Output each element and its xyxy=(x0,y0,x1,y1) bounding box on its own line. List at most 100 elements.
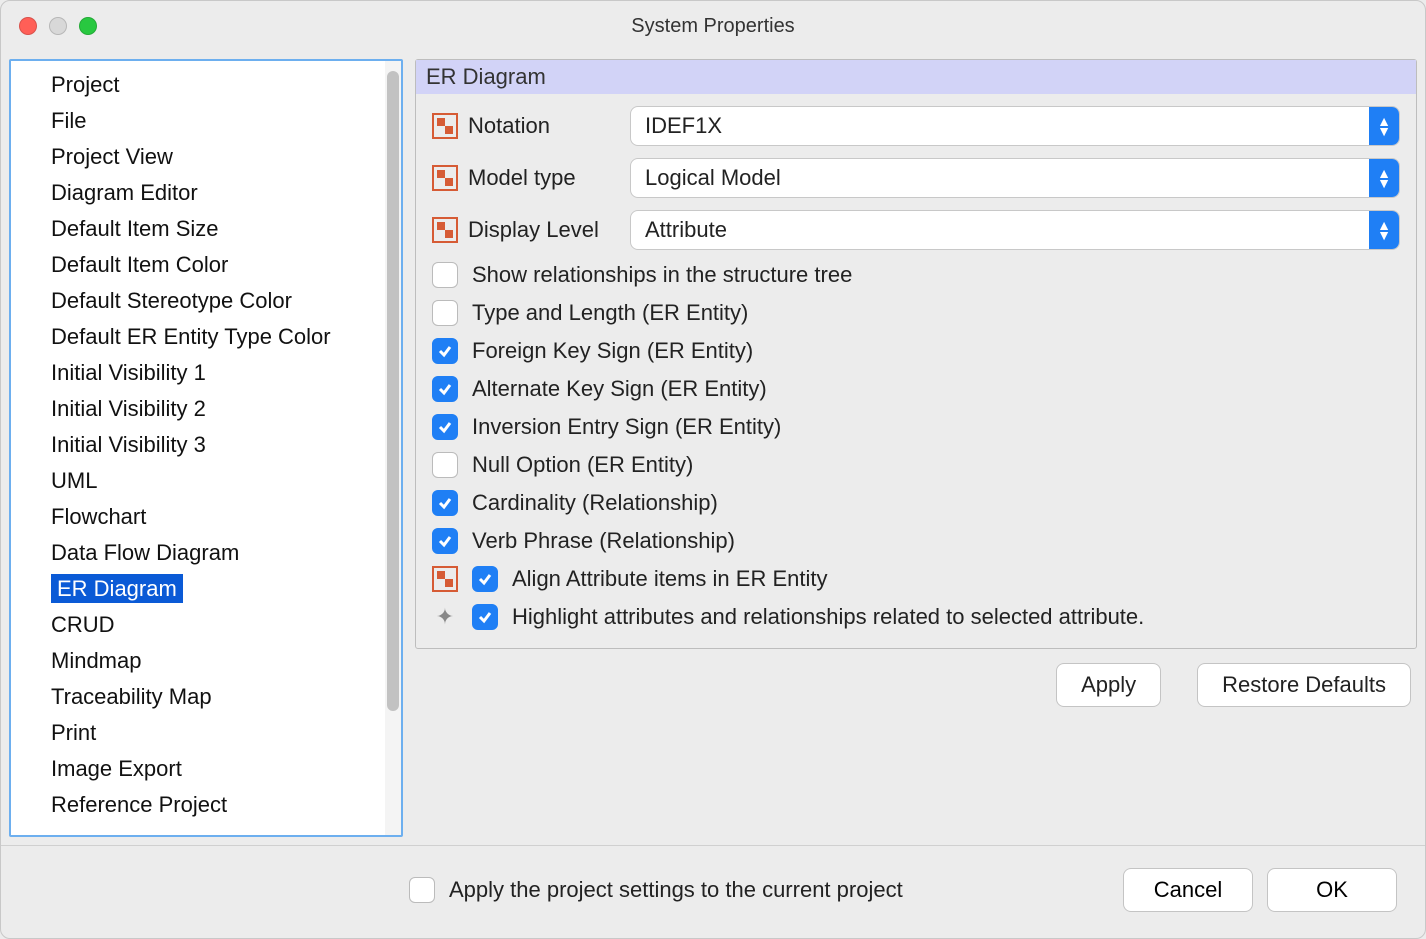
sidebar-item[interactable]: File xyxy=(11,103,381,139)
sidebar-item[interactable]: Print xyxy=(11,715,381,751)
panel-body: NotationIDEF1X▲▼ Model typeLogical Model▲… xyxy=(416,94,1416,648)
sidebar-container: Project File Project ViewDiagram Editor Def… xyxy=(9,59,403,837)
checkbox-row: ✦Highlight attributes and relationships … xyxy=(432,604,1400,630)
checkbox[interactable] xyxy=(432,490,458,516)
checkbox-label: Alternate Key Sign (ER Entity) xyxy=(472,376,767,402)
sidebar-item-label: Project xyxy=(51,72,119,97)
checkbox-row: Alternate Key Sign (ER Entity) xyxy=(432,376,1400,402)
select-dropdown[interactable]: Attribute▲▼ xyxy=(630,210,1400,250)
system-properties-window: System Properties Project File Project Vie… xyxy=(0,0,1426,939)
ok-button[interactable]: OK xyxy=(1267,868,1397,912)
er-diagram-panel: ER Diagram NotationIDEF1X▲▼ Model typeLog… xyxy=(415,59,1417,649)
cancel-button[interactable]: Cancel xyxy=(1123,868,1253,912)
sidebar-scrollbar-thumb[interactable] xyxy=(387,71,399,711)
checkbox-label: Highlight attributes and relationships r… xyxy=(512,604,1144,630)
checkbox-row: Show relationships in the structure tree xyxy=(432,262,1400,288)
apply-project-checkbox[interactable] xyxy=(409,877,435,903)
sidebar-item-label: Default Item Size xyxy=(51,216,219,241)
zoom-window-button[interactable] xyxy=(79,17,97,35)
select-dropdown[interactable]: IDEF1X▲▼ xyxy=(630,106,1400,146)
sidebar-item[interactable]: Data Flow Diagram xyxy=(11,535,381,571)
checkbox-label: Cardinality (Relationship) xyxy=(472,490,718,516)
sidebar-scrollbar[interactable] xyxy=(385,61,401,835)
window-controls xyxy=(19,17,97,35)
sidebar-item-label: Default Item Color xyxy=(51,252,228,277)
sidebar-item-label: Reference Project xyxy=(51,792,227,817)
sidebar-item[interactable]: Reference Project xyxy=(11,787,381,823)
sidebar-item[interactable]: Initial Visibility 1 xyxy=(11,355,381,391)
chevron-updown-icon: ▲▼ xyxy=(1369,107,1399,145)
checkbox-label: Inversion Entry Sign (ER Entity) xyxy=(472,414,781,440)
sidebar-item[interactable]: Project View xyxy=(11,139,381,175)
sidebar-item-label: Default Stereotype Color xyxy=(51,288,292,313)
checkbox[interactable] xyxy=(472,604,498,630)
sidebar-item[interactable]: Default Item Size xyxy=(11,211,381,247)
checkbox[interactable] xyxy=(432,338,458,364)
er-entity-icon xyxy=(432,566,458,592)
sidebar-item[interactable]: ER Diagram xyxy=(11,571,381,607)
select-value: Logical Model xyxy=(631,159,1369,197)
dialog-body: Project File Project ViewDiagram Editor Def… xyxy=(1,51,1425,845)
sidebar-item[interactable]: UML xyxy=(11,463,381,499)
checkbox-row: Align Attribute items in ER Entity xyxy=(432,566,1400,592)
chevron-updown-icon: ▲▼ xyxy=(1369,211,1399,249)
sidebar-item[interactable]: Image Export xyxy=(11,751,381,787)
checkbox[interactable] xyxy=(432,262,458,288)
checkbox[interactable] xyxy=(472,566,498,592)
sidebar-item-label: Mindmap xyxy=(51,648,141,673)
sidebar-item-label: Image Export xyxy=(51,756,182,781)
sidebar-item[interactable]: Initial Visibility 2 xyxy=(11,391,381,427)
content-area: ER Diagram NotationIDEF1X▲▼ Model typeLog… xyxy=(415,59,1417,837)
apply-project-label: Apply the project settings to the curren… xyxy=(449,877,903,903)
checkbox-label: Type and Length (ER Entity) xyxy=(472,300,748,326)
window-title: System Properties xyxy=(17,15,1409,38)
sidebar-item[interactable]: Mindmap xyxy=(11,643,381,679)
checkbox-row: Verb Phrase (Relationship) xyxy=(432,528,1400,554)
select-value: IDEF1X xyxy=(631,107,1369,145)
checkbox-row: Cardinality (Relationship) xyxy=(432,490,1400,516)
checkbox[interactable] xyxy=(432,528,458,554)
select-label: Display Level xyxy=(468,217,620,243)
checkbox-label: Show relationships in the structure tree xyxy=(472,262,852,288)
select-row: NotationIDEF1X▲▼ xyxy=(432,106,1400,146)
select-dropdown[interactable]: Logical Model▲▼ xyxy=(630,158,1400,198)
checkbox-label: Align Attribute items in ER Entity xyxy=(512,566,827,592)
close-window-button[interactable] xyxy=(19,17,37,35)
sidebar-item-label: UML xyxy=(51,468,97,493)
select-row: Model typeLogical Model▲▼ xyxy=(432,158,1400,198)
sidebar-item-label: Initial Visibility 3 xyxy=(51,432,206,457)
sidebar-item[interactable]: Default Item Color xyxy=(11,247,381,283)
er-entity-icon xyxy=(432,113,458,139)
sidebar-item-label: File xyxy=(51,108,86,133)
sidebar-item[interactable]: Flowchart xyxy=(11,499,381,535)
sidebar-item-label: Print xyxy=(51,720,96,745)
checkbox-row: Type and Length (ER Entity) xyxy=(432,300,1400,326)
sidebar-item[interactable]: Diagram Editor xyxy=(11,175,381,211)
sidebar-item[interactable]: Project xyxy=(11,67,381,103)
minimize-window-button[interactable] xyxy=(49,17,67,35)
sidebar-item-label: Default ER Entity Type Color xyxy=(51,324,331,349)
sidebar-item-label: Traceability Map xyxy=(51,684,212,709)
sidebar-item[interactable]: Default ER Entity Type Color xyxy=(11,319,381,355)
footer-apply-project-group: Apply the project settings to the curren… xyxy=(409,877,903,903)
sidebar-item[interactable]: CRUD xyxy=(11,607,381,643)
er-entity-icon xyxy=(432,217,458,243)
titlebar: System Properties xyxy=(1,1,1425,51)
category-sidebar: Project File Project ViewDiagram Editor Def… xyxy=(11,61,385,835)
select-row: Display Level Attribute▲▼ xyxy=(432,210,1400,250)
sidebar-item[interactable]: Traceability Map xyxy=(11,679,381,715)
checkbox[interactable] xyxy=(432,414,458,440)
apply-button[interactable]: Apply xyxy=(1056,663,1161,707)
checkbox[interactable] xyxy=(432,300,458,326)
select-value: Attribute xyxy=(631,211,1369,249)
checkbox-row: Inversion Entry Sign (ER Entity) xyxy=(432,414,1400,440)
checkbox[interactable] xyxy=(432,376,458,402)
sidebar-item[interactable]: Default Stereotype Color xyxy=(11,283,381,319)
sidebar-item[interactable]: Initial Visibility 3 xyxy=(11,427,381,463)
panel-button-row: Apply Restore Defaults xyxy=(415,663,1417,707)
restore-defaults-button[interactable]: Restore Defaults xyxy=(1197,663,1411,707)
sidebar-item-label: ER Diagram xyxy=(51,574,183,603)
checkbox[interactable] xyxy=(432,452,458,478)
panel-title: ER Diagram xyxy=(416,60,1416,94)
checkbox-row: Foreign Key Sign (ER Entity) xyxy=(432,338,1400,364)
